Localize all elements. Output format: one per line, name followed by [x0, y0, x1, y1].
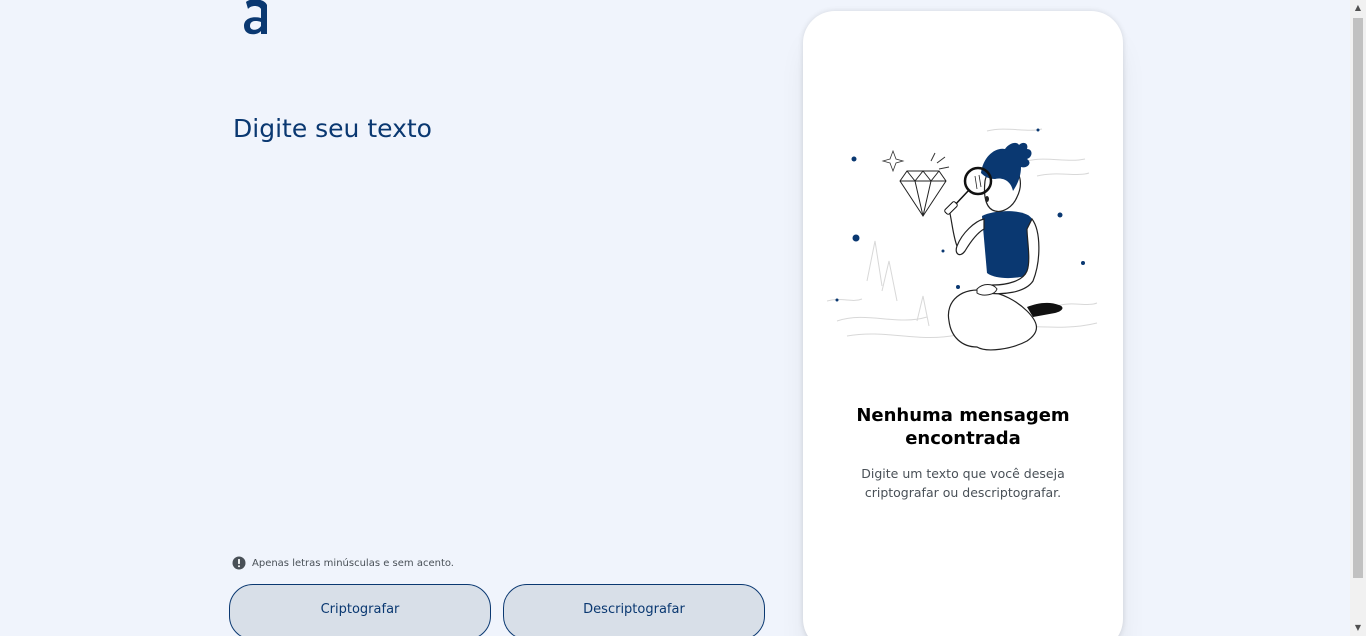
scroll-up-icon[interactable]: ▲ — [1350, 0, 1366, 16]
decrypt-button[interactable]: Descriptografar — [503, 584, 765, 636]
vertical-scrollbar[interactable]: ▲ ▼ — [1350, 0, 1366, 636]
info-icon — [232, 556, 246, 570]
hint-text: Apenas letras minúsculas e sem acento. — [252, 557, 454, 569]
empty-state-title: Nenhuma mensagem encontrada — [856, 405, 1070, 449]
page: Apenas letras minúsculas e sem acento. C… — [0, 0, 1366, 636]
message-input[interactable] — [233, 110, 763, 530]
person-with-magnifier-illustration-icon — [826, 121, 1103, 361]
empty-state-message: Digite um texto que você deseja criptogr… — [861, 466, 1065, 500]
scroll-thumb[interactable] — [1353, 18, 1363, 578]
hint: Apenas letras minúsculas e sem acento. — [232, 556, 454, 570]
logo-icon[interactable] — [241, 0, 273, 38]
output-panel: Nenhuma mensagem encontrada Digite um te… — [803, 11, 1123, 636]
scroll-down-icon[interactable]: ▼ — [1350, 620, 1366, 636]
encrypt-button[interactable]: Criptografar — [229, 584, 491, 636]
